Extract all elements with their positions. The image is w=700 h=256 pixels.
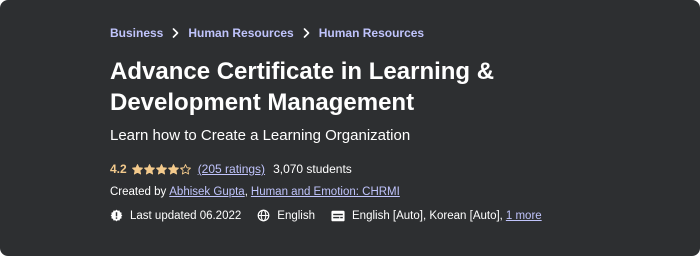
instructor-link-human-and-emotion[interactable]: Human and Emotion: CHRMI	[251, 186, 400, 198]
captions-text: English [Auto], Korean [Auto],	[352, 209, 503, 222]
course-language: English	[257, 209, 315, 222]
course-captions: English [Auto], Korean [Auto], 1 more	[331, 210, 542, 222]
students-count: 3,070 students	[273, 162, 352, 176]
created-by-row: Created by Abhisek Gupta , Human and Emo…	[110, 186, 400, 198]
star-icon	[179, 163, 191, 174]
ratings-count-link[interactable]: (205 ratings)	[198, 162, 265, 176]
breadcrumb-item-business[interactable]: Business	[110, 26, 163, 40]
star-icon	[167, 163, 179, 174]
alert-badge-icon	[110, 209, 123, 222]
rating-row: 4.2 (205 ratings) 3,070 students	[110, 162, 352, 176]
course-title-line-1: Advance Certificate in Learning &	[110, 58, 495, 85]
breadcrumb-item-human-resources[interactable]: Human Resources	[188, 26, 293, 40]
chevron-right-icon	[172, 28, 179, 38]
course-title: Advance Certificate in Learning & Develo…	[110, 56, 670, 118]
language-text: English	[277, 209, 315, 222]
author-separator: ,	[244, 186, 248, 198]
course-meta-row: Last updated 06.2022 English English [Au…	[110, 209, 542, 222]
created-by-label: Created by	[110, 186, 167, 198]
closed-captions-icon	[331, 210, 345, 221]
course-title-line-2: Development Management	[110, 89, 415, 116]
last-updated: Last updated 06.2022	[110, 209, 241, 222]
star-icon	[131, 163, 143, 174]
star-icon	[155, 163, 167, 174]
star-rating	[131, 163, 192, 175]
rating-value: 4.2	[110, 162, 127, 176]
chevron-right-icon	[303, 28, 310, 38]
course-subtitle: Learn how to Create a Learning Organizat…	[110, 127, 411, 144]
last-updated-text: Last updated 06.2022	[130, 209, 242, 222]
breadcrumb-item-human-resources-topic[interactable]: Human Resources	[319, 26, 424, 40]
globe-icon	[257, 209, 270, 222]
instructor-link-abhisek-gupta[interactable]: Abhisek Gupta	[169, 186, 244, 198]
more-captions-link[interactable]: 1 more	[506, 210, 542, 222]
breadcrumb: Business Human Resources Human Resources	[110, 26, 424, 40]
star-icon	[143, 163, 155, 174]
course-header: Business Human Resources Human Resources…	[0, 0, 700, 256]
